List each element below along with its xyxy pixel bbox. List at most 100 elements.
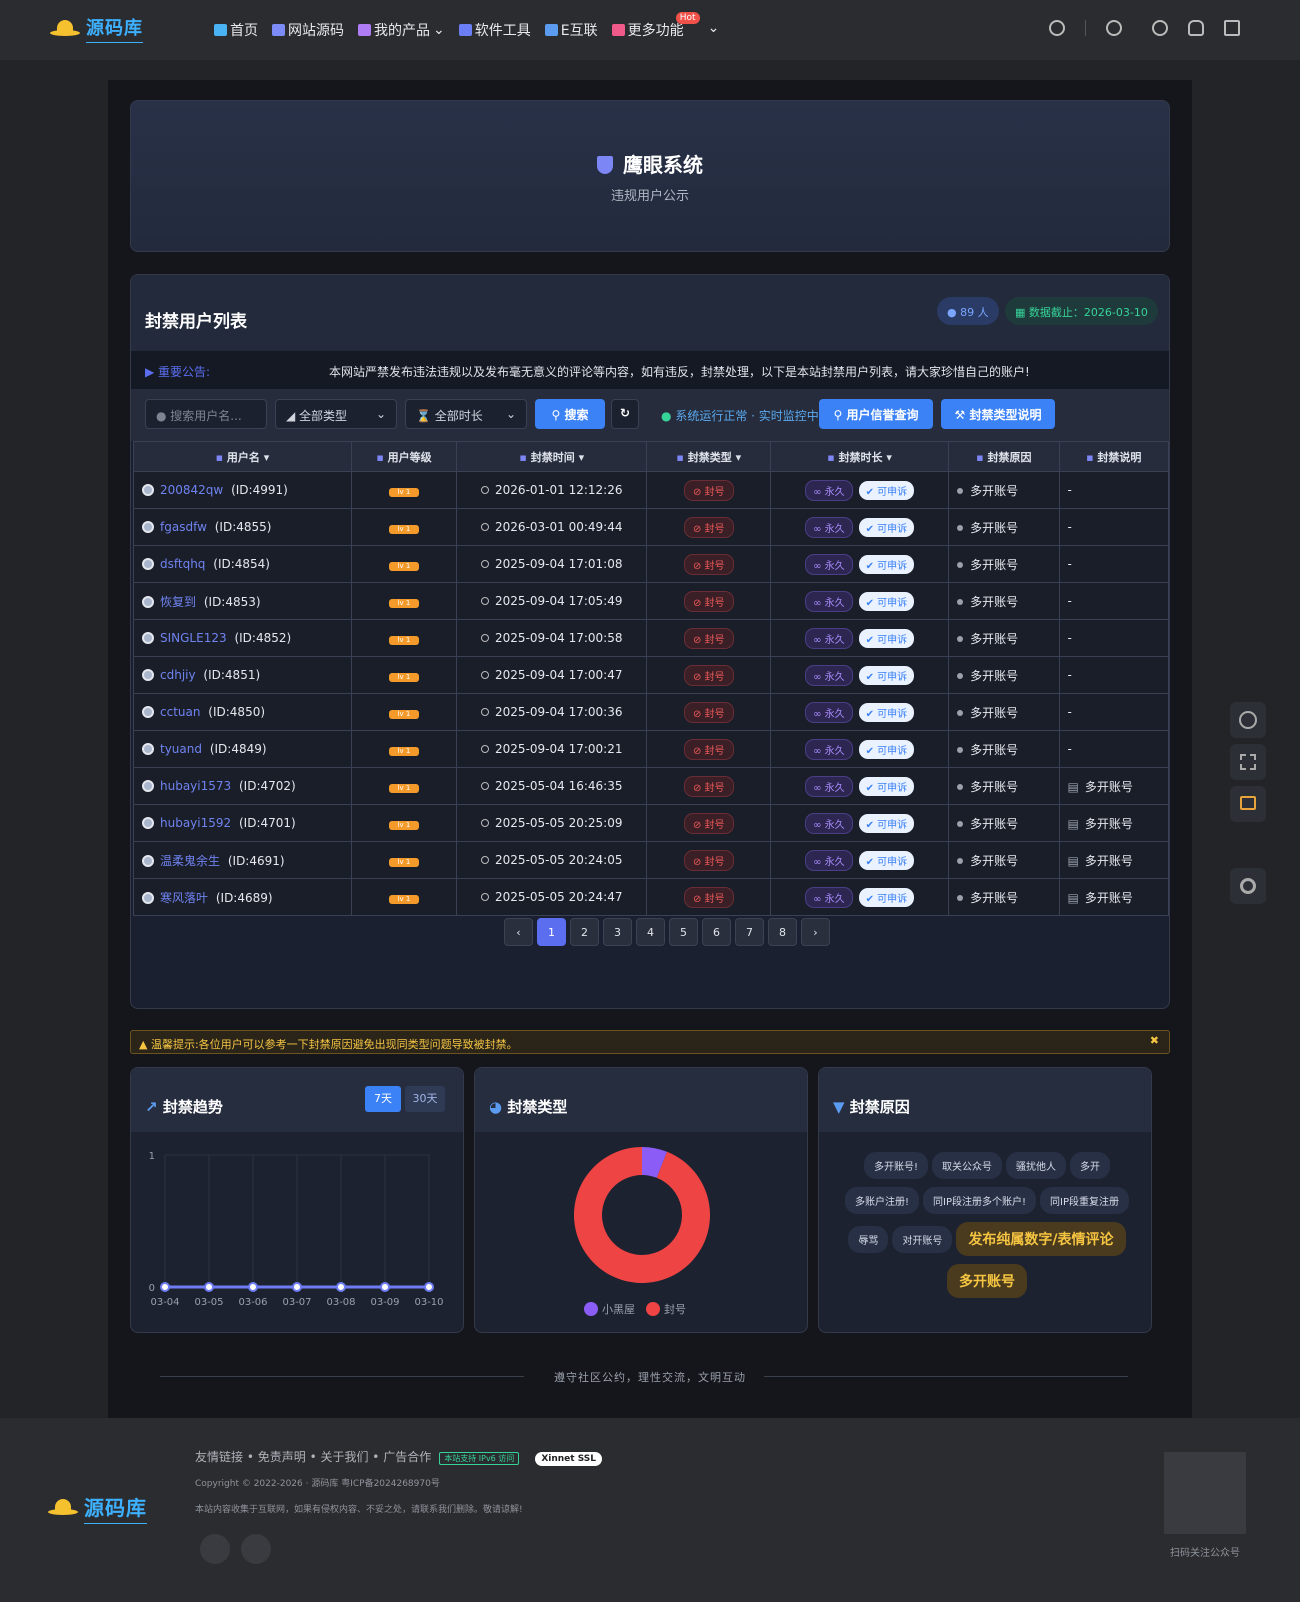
level-badge: lv 1 (388, 525, 419, 534)
column-header[interactable]: ▪ 封禁原因 (948, 441, 1060, 472)
reason-tag[interactable]: 对开账号 (892, 1226, 953, 1253)
footer-link[interactable]: 广告合作 (383, 1450, 431, 1464)
reason-tag[interactable]: 多开账号! (863, 1152, 928, 1179)
username-link[interactable]: tyuand (160, 742, 202, 756)
page-button[interactable]: 1 (537, 918, 566, 946)
appeal-badge[interactable]: ✔ 可申诉 (858, 813, 915, 833)
reason-tag[interactable]: 骚扰他人 (1006, 1152, 1066, 1179)
appeal-badge[interactable]: ✔ 可申诉 (858, 702, 915, 722)
reason-tag-large[interactable]: 发布纯属数字/表情评论 (956, 1222, 1126, 1256)
username-link[interactable]: fgasdfw (160, 520, 207, 534)
search-button[interactable]: ⚲ 搜索 (535, 399, 605, 429)
next-page-button[interactable]: › (801, 918, 830, 946)
nav-icon (544, 24, 558, 36)
appeal-badge[interactable]: ✔ 可申诉 (858, 665, 915, 685)
page-button[interactable]: 5 (669, 918, 698, 946)
username-link[interactable]: hubayi1573 (160, 779, 231, 793)
page-button[interactable]: 7 (735, 918, 764, 946)
ban-reason: 多开账号 (970, 779, 1019, 794)
appeal-badge[interactable]: ✔ 可申诉 (858, 628, 915, 648)
level-badge: lv 1 (388, 673, 419, 682)
reason-tag-large[interactable]: 多开账号 (947, 1264, 1027, 1298)
duration-select[interactable]: ⌛ 全部时长 ⌄ (405, 399, 527, 429)
reason-tag[interactable]: 同IP段注册多个账户! (923, 1187, 1037, 1214)
username-link[interactable]: cdhjiy (160, 668, 196, 682)
appeal-badge[interactable]: ✔ 可申诉 (858, 850, 915, 870)
prev-page-button[interactable]: ‹ (504, 918, 533, 946)
appeal-badge[interactable]: ✔ 可申诉 (858, 591, 915, 611)
nav-item-2[interactable]: 我的产品 ⌄ (358, 20, 445, 40)
theme-icon[interactable] (1152, 20, 1168, 36)
username-link[interactable]: dsftqhq (160, 557, 205, 571)
qq-icon[interactable] (200, 1534, 230, 1564)
reason-tag[interactable]: 同IP段重复注册 (1040, 1187, 1129, 1214)
ban-type-button[interactable]: ⚒ 封禁类型说明 (941, 399, 1055, 429)
refresh-button[interactable]: ↻ (611, 399, 639, 429)
appeal-badge[interactable]: ✔ 可申诉 (858, 480, 915, 500)
type-select[interactable]: ◢ 全部类型 ⌄ (275, 399, 397, 429)
ban-time: 2025-05-05 20:24:05 (495, 853, 623, 867)
footer-link[interactable]: 关于我们 (320, 1450, 368, 1464)
username-link[interactable]: cctuan (160, 705, 200, 719)
username-link[interactable]: 200842qw (160, 483, 223, 497)
appeal-badge[interactable]: ✔ 可申诉 (858, 554, 915, 574)
theme-rail-button[interactable] (1230, 702, 1266, 738)
appeal-badge[interactable]: ✔ 可申诉 (858, 739, 915, 759)
username-link[interactable]: 恢复到 (160, 595, 196, 609)
page-button[interactable]: 3 (603, 918, 632, 946)
appeal-badge[interactable]: ✔ 可申诉 (858, 887, 915, 907)
username-link[interactable]: 寒风落叶 (160, 891, 208, 905)
pie-chart-icon: ◕ (489, 1098, 503, 1116)
chevron-down-icon[interactable]: ⌄ (708, 20, 720, 40)
main-nav: 首页 网站源码 我的产品 ⌄ 软件工具 E互联 更多功能 Hot ⌄ (214, 12, 720, 40)
chart-line-icon: ↗ (145, 1098, 158, 1116)
username-link[interactable]: SINGLE123 (160, 631, 227, 645)
table-row: hubayi1592 (ID:4701) lv 1 2025-05-05 20:25… (133, 804, 1170, 842)
qrcode-rail-button[interactable] (1230, 744, 1266, 780)
footer-link[interactable]: 免责声明 (258, 1450, 306, 1464)
reason-tag[interactable]: 辱骂 (848, 1226, 889, 1253)
site-logo[interactable]: 源码库 (50, 14, 143, 43)
chevron-down-icon: ⌄ (433, 22, 445, 38)
close-icon[interactable]: ✖ (1150, 1034, 1159, 1047)
nav-item-1[interactable]: 网站源码 (272, 20, 344, 40)
username-link[interactable]: 温柔鬼余生 (160, 854, 220, 868)
column-header[interactable]: ▪ 用户等级 (350, 441, 458, 472)
search-icon[interactable] (1106, 20, 1122, 36)
page-button[interactable]: 6 (702, 918, 731, 946)
tab-7-days[interactable]: 7天 (365, 1086, 401, 1112)
bulb-icon[interactable] (1049, 20, 1065, 36)
column-header[interactable]: ▪ 用户名 ▾ (133, 441, 352, 472)
reason-tag[interactable]: 多开 (1070, 1152, 1110, 1179)
nav-icon (272, 24, 285, 36)
appeal-badge[interactable]: ✔ 可申诉 (858, 517, 915, 537)
cart-icon[interactable] (1224, 20, 1240, 36)
search-input[interactable]: ● 搜索用户名... (145, 399, 267, 429)
footer-link[interactable]: 友情链接 (195, 1450, 243, 1464)
username-link[interactable]: hubayi1592 (160, 816, 231, 830)
tab-30-days[interactable]: 30天 (405, 1086, 445, 1112)
column-header[interactable]: ▪ 封禁时间 ▾ (456, 441, 648, 472)
page-button[interactable]: 8 (768, 918, 797, 946)
column-header[interactable]: ▪ 封禁说明 (1058, 441, 1170, 472)
nav-label: 软件工具 (474, 23, 531, 39)
column-header[interactable]: ▪ 封禁类型 ▾ (646, 441, 772, 472)
nav-item-5[interactable]: 更多功能 Hot (611, 12, 700, 40)
bell-icon[interactable] (1188, 20, 1204, 36)
page-button[interactable]: 4 (636, 918, 665, 946)
nav-item-4[interactable]: E互联 (544, 20, 598, 40)
nav-item-0[interactable]: 首页 (214, 20, 258, 40)
clock-icon (481, 634, 490, 642)
appeal-badge[interactable]: ✔ 可申诉 (858, 776, 915, 796)
nav-item-3[interactable]: 软件工具 (458, 20, 531, 40)
duration-cell: ∞ 永久 ✔ 可申诉 (770, 804, 950, 842)
cart-rail-button[interactable] (1230, 786, 1266, 822)
info-icon (957, 820, 964, 827)
reason-tag[interactable]: 取关公众号 (932, 1152, 1002, 1179)
credit-query-button[interactable]: ⚲ 用户信誉查询 (819, 399, 933, 429)
settings-rail-button[interactable] (1230, 868, 1266, 904)
reason-tag[interactable]: 多账户注册! (845, 1187, 920, 1214)
mail-icon[interactable] (241, 1534, 271, 1564)
column-header[interactable]: ▪ 封禁时长 ▾ (770, 441, 950, 472)
page-button[interactable]: 2 (570, 918, 599, 946)
